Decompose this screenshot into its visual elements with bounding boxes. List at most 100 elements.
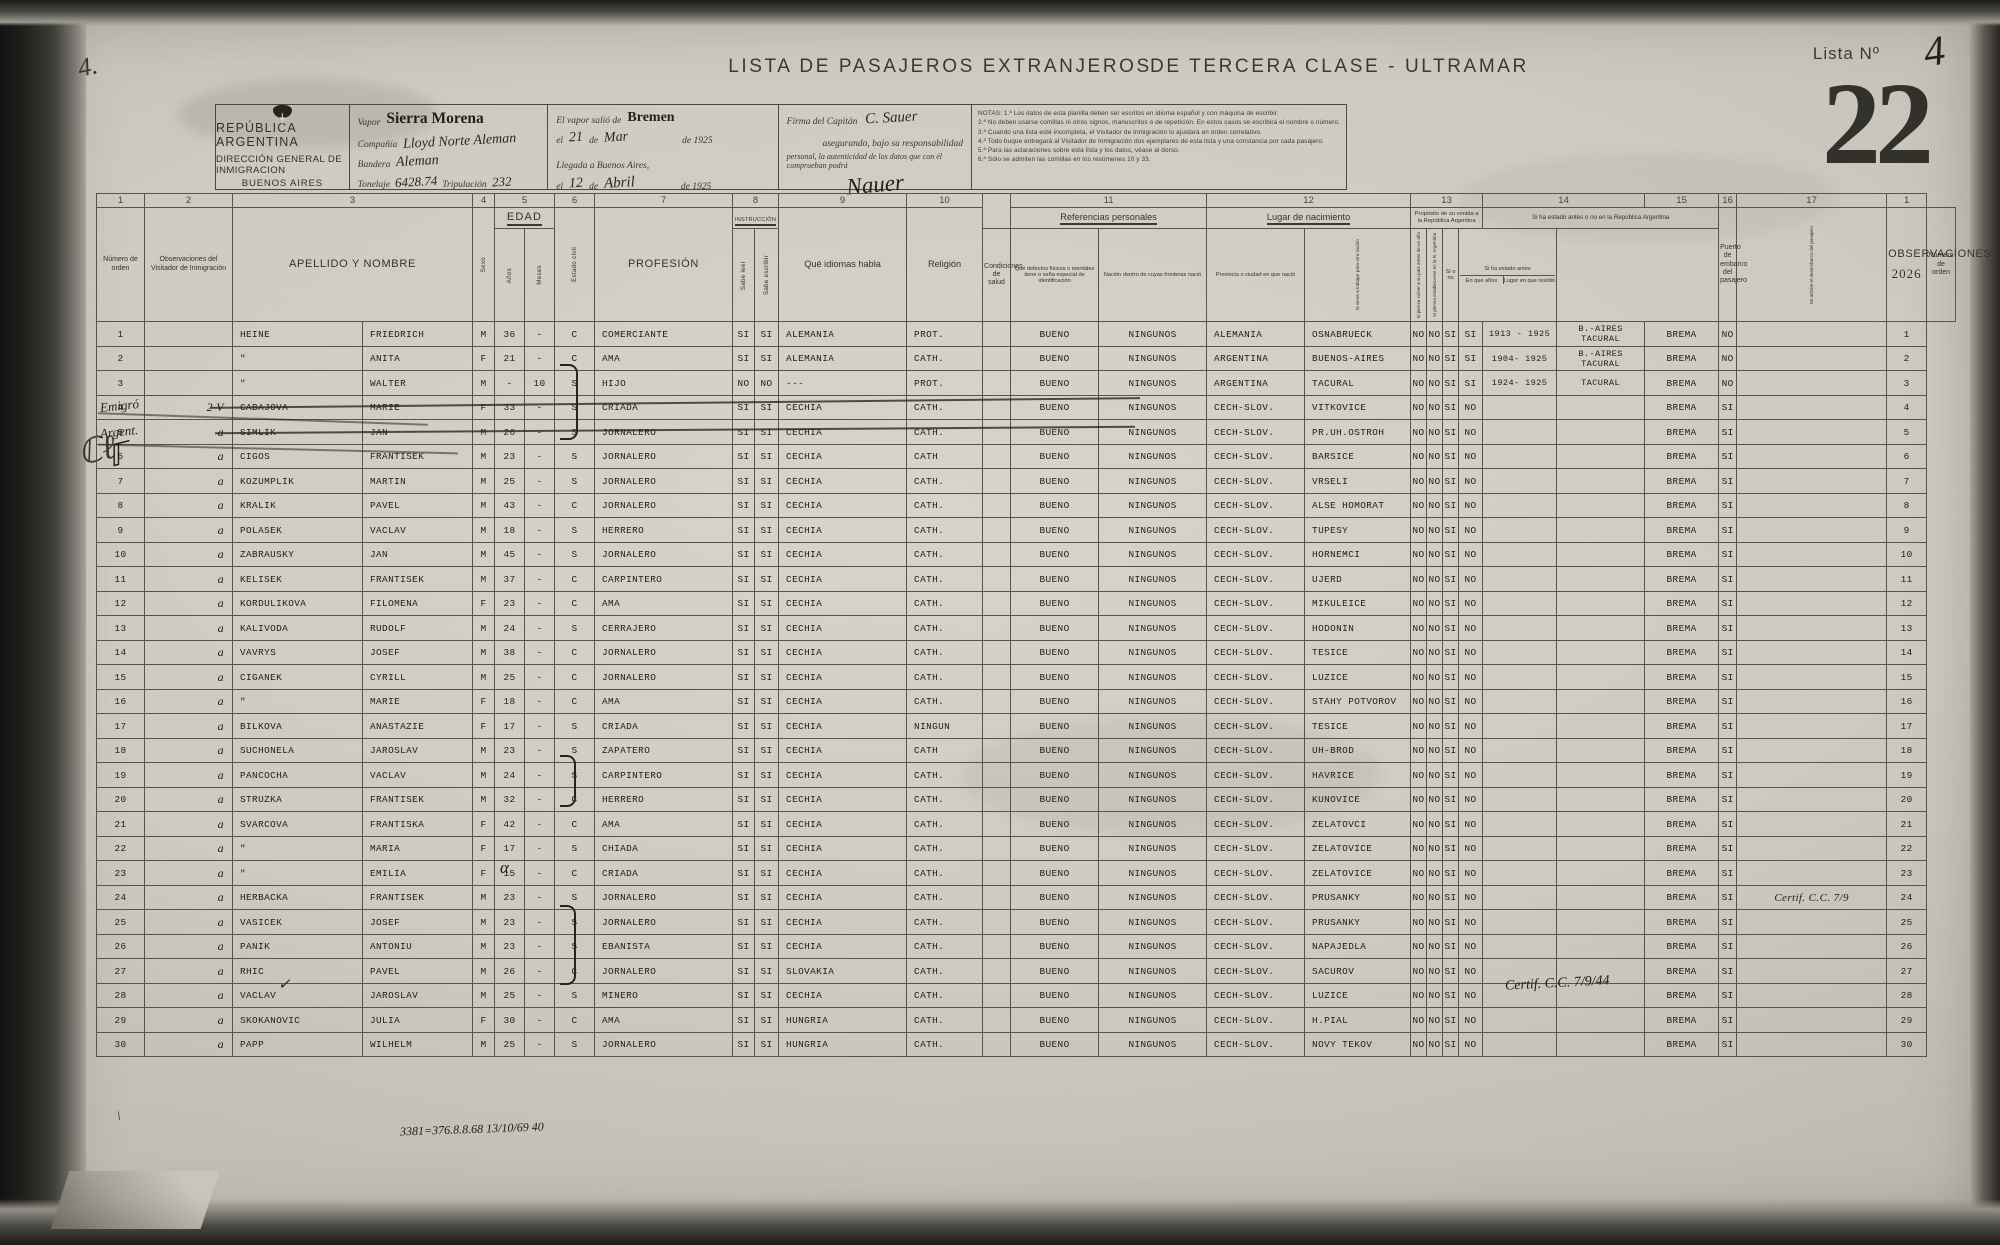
- cell-sino: NO: [1458, 615, 1484, 641]
- cell-anos-est: [1482, 517, 1558, 543]
- cell-ec: S: [554, 835, 596, 862]
- cell-escribir: SI: [754, 958, 780, 984]
- cell-p1: NO: [1410, 884, 1428, 911]
- cell-nombre: EMILIA: [361, 860, 474, 886]
- table-row[interactable]: 14 a VAVRYS JOSEF M 38- C JORNALERO SI SI CECHIA CA…: [96, 639, 1956, 666]
- table-row[interactable]: 15 a CIGANEK CYRILL M 25- C JORNALERO SI SI CECHIA…: [96, 664, 1956, 690]
- cell-sino: SI: [1458, 370, 1484, 396]
- cell--blank: [982, 688, 1012, 715]
- table-row[interactable]: 18 a SUCHONELA JAROSLAV M 23- S ZAPATERO SI SI CEC…: [96, 737, 1956, 764]
- table-row[interactable]: 42 V CABAJOVA MARIE F 33- S CRIADA SI SI CECHIA CA…: [96, 394, 1956, 421]
- table-row[interactable]: 3 " WALTER M -10 S HIJO NO NO --- PROT. BUENO NINGUN…: [96, 370, 1956, 396]
- table-row[interactable]: 24 a HERBACKA FRANTISEK M 23- S JORNALERO SI SI CE…: [96, 884, 1956, 911]
- table-row[interactable]: 28 a VACLAV JAROSLAV M 25- S MINERO SI SI CECHIA CA…: [96, 982, 1956, 1009]
- cell-puerto: BREMA: [1644, 1007, 1720, 1033]
- table-row[interactable]: 26 a PANIK ANTONIU M 23- S EBANISTA SI SI CECHIA CA…: [96, 933, 1956, 960]
- cell-puerto: BREMA: [1644, 639, 1720, 666]
- cell-lugar-est: [1556, 590, 1646, 617]
- cell-nr: 18: [1886, 737, 1928, 764]
- cell-anos-est: [1482, 713, 1558, 739]
- cell-obs: a: [144, 909, 233, 935]
- cell-leer: SI: [732, 321, 756, 347]
- cell-obs2: [1736, 1031, 1888, 1058]
- colnum: 17: [1736, 193, 1888, 208]
- cell-leer: NO: [732, 370, 756, 396]
- cell-adm: SI: [1718, 664, 1738, 690]
- cell-religion: CATH: [906, 737, 984, 764]
- table-row[interactable]: 5 a SIMLIK JAN M 26- S JORNALERO SI SI CECHIA CATH.…: [96, 419, 1956, 445]
- cell-escribir: SI: [754, 590, 780, 617]
- table-row[interactable]: 16 a " MARIE F 18- C AMA SI SI CECHIA CATH. BUENO NIN…: [96, 688, 1956, 715]
- cell-ec: C: [554, 492, 596, 519]
- cell-profesion: AMA: [594, 590, 734, 617]
- cell-religion: CATH.: [906, 1007, 984, 1033]
- cell-p2: NO: [1426, 958, 1444, 984]
- cell-ec: C: [554, 811, 596, 837]
- table-row[interactable]: 8 a KRALIK PAVEL M 43- C JORNALERO SI SI CECHIA CAT…: [96, 492, 1956, 519]
- cell-obs2: [1736, 811, 1888, 837]
- table-row[interactable]: 13 a KALIVODA RUDOLF M 24- S CERRAJERO SI SI CECHI…: [96, 615, 1956, 641]
- cell-anos-est: [1482, 909, 1558, 935]
- table-row[interactable]: 23 a " EMILIA F 15- C CRIADA SI SI CECHIA CATH. BUEN…: [96, 860, 1956, 886]
- table-row[interactable]: 17 a BILKOVA ANASTAZIE F 17- S CRIADA SI SI CECHIA…: [96, 713, 1956, 739]
- cell-sino: NO: [1458, 419, 1484, 445]
- table-row[interactable]: 27 a RHIC PAVEL M 26- C JORNALERO SI SI SLOVAKIA CA…: [96, 958, 1956, 984]
- llegada-year: de 1925: [680, 182, 712, 192]
- table-row[interactable]: 22 a " MARIA F 17- S CHIADA SI SI CECHIA CATH. BUENO…: [96, 835, 1956, 862]
- cell-salud: BUENO: [1010, 468, 1100, 494]
- cell-p2: NO: [1426, 786, 1444, 813]
- table-row[interactable]: 2 " ANITA F 21- C AMA SI SI ALEMANIA CATH. BUENO NIN…: [96, 345, 1956, 372]
- cell-obs: a: [144, 762, 233, 788]
- cell-puerto: BREMA: [1644, 909, 1720, 935]
- cell-salud: BUENO: [1010, 688, 1100, 715]
- cell-adm: NO: [1718, 370, 1738, 396]
- table-row[interactable]: 12 a KORDULIKOVA FILOMENA F 23- C AMA SI SI CECHIA…: [96, 590, 1956, 617]
- cell-salud: BUENO: [1010, 664, 1100, 690]
- header-si-ha-estado-antes: Si ha estado antes En que años Lugar en …: [1458, 227, 1558, 323]
- header-estado-civil: Estado civil: [554, 206, 596, 323]
- table-row[interactable]: 30 a PAPP WILHELM M 25- S JORNALERO SI SI HUNGRIA C…: [96, 1031, 1956, 1058]
- cell-apellido: ": [232, 835, 363, 862]
- cell-provincia: TACURAL: [1304, 370, 1412, 396]
- cell-apellido: SKOKANOVIC: [232, 1007, 363, 1033]
- table-row[interactable]: 10 a ZABRAUSKY JAN M 45- S JORNALERO SI SI CECHIA C…: [96, 541, 1956, 568]
- header-si-o-no: Sí o no: [1442, 227, 1460, 323]
- header-observaciones-visitador: Observaciones del Visitador de Inmigraci…: [144, 206, 233, 323]
- cell-p2: NO: [1426, 345, 1444, 372]
- cell-adm: SI: [1718, 909, 1738, 935]
- cell-nr: 3: [1886, 370, 1928, 396]
- cell-anos-est: [1482, 566, 1558, 592]
- cell-p1: NO: [1410, 664, 1428, 690]
- colnum: 7: [594, 193, 734, 208]
- cell-provincia: PRUSANKY: [1304, 909, 1412, 935]
- cell-idiomas: CECHIA: [778, 664, 908, 690]
- cell-apellido: VACLAV: [232, 982, 363, 1009]
- cell-leer: SI: [732, 419, 756, 445]
- table-row[interactable]: 6 a CIGOS FRANTISEK M 23- S JORNALERO SI SI CECHIA…: [96, 443, 1956, 470]
- cell-sexo: M: [472, 443, 496, 470]
- table-row[interactable]: 25 a VASICEK JOSEF M 23- S JORNALERO SI SI CECHIA C…: [96, 909, 1956, 935]
- cell-nacion: CECH-SLOV.: [1206, 590, 1306, 617]
- cell-nombre: JOSEF: [361, 909, 474, 935]
- table-row[interactable]: 7 a KOZUMPLIK MARTIN M 25- S JORNALERO SI SI CECHI…: [96, 468, 1956, 494]
- cell-profesion: JORNALERO: [594, 468, 734, 494]
- cell--blank: [982, 590, 1012, 617]
- table-row[interactable]: 29 a SKOKANOVIC JULIA F 30- C AMA SI SI HUNGRIA CAT…: [96, 1007, 1956, 1033]
- table-row[interactable]: 1 HEINE FRIEDRICH M 36- C COMERCIANTE SI SI ALEMA…: [96, 321, 1956, 347]
- cell-religion: CATH.: [906, 492, 984, 519]
- cell-nr: 27: [1886, 958, 1928, 984]
- table-row[interactable]: 20 a STRUZKA FRANTISEK M 32- C HERRERO SI SI CECHI…: [96, 786, 1956, 813]
- table-row[interactable]: 19 a PANCOCHA VACLAV M 24- S CARPINTERO SI SI CECH…: [96, 762, 1956, 788]
- cell-sexo: M: [472, 786, 496, 813]
- cell-nombre: JULIA: [361, 1007, 474, 1033]
- cell-religion: CATH.: [906, 1031, 984, 1058]
- cell--blank: [982, 419, 1012, 445]
- cell-n: 12: [96, 590, 145, 617]
- cell-sino: NO: [1458, 835, 1484, 862]
- cell-apellido: SUCHONELA: [232, 737, 363, 764]
- table-row[interactable]: 11 a KELISEK FRANTISEK M 37- C CARPINTERO SI SI CE…: [96, 566, 1956, 592]
- cell-ec: S: [554, 541, 596, 568]
- cell-profesion: JORNALERO: [594, 909, 734, 935]
- table-row[interactable]: 21 a SVARCOVA FRANTISKA F 42- C AMA SI SI CECHIA CA…: [96, 811, 1956, 837]
- table-row[interactable]: 9 a POLASEK VACLAV M 18- S HERRERO SI SI CECHIA CAT…: [96, 517, 1956, 543]
